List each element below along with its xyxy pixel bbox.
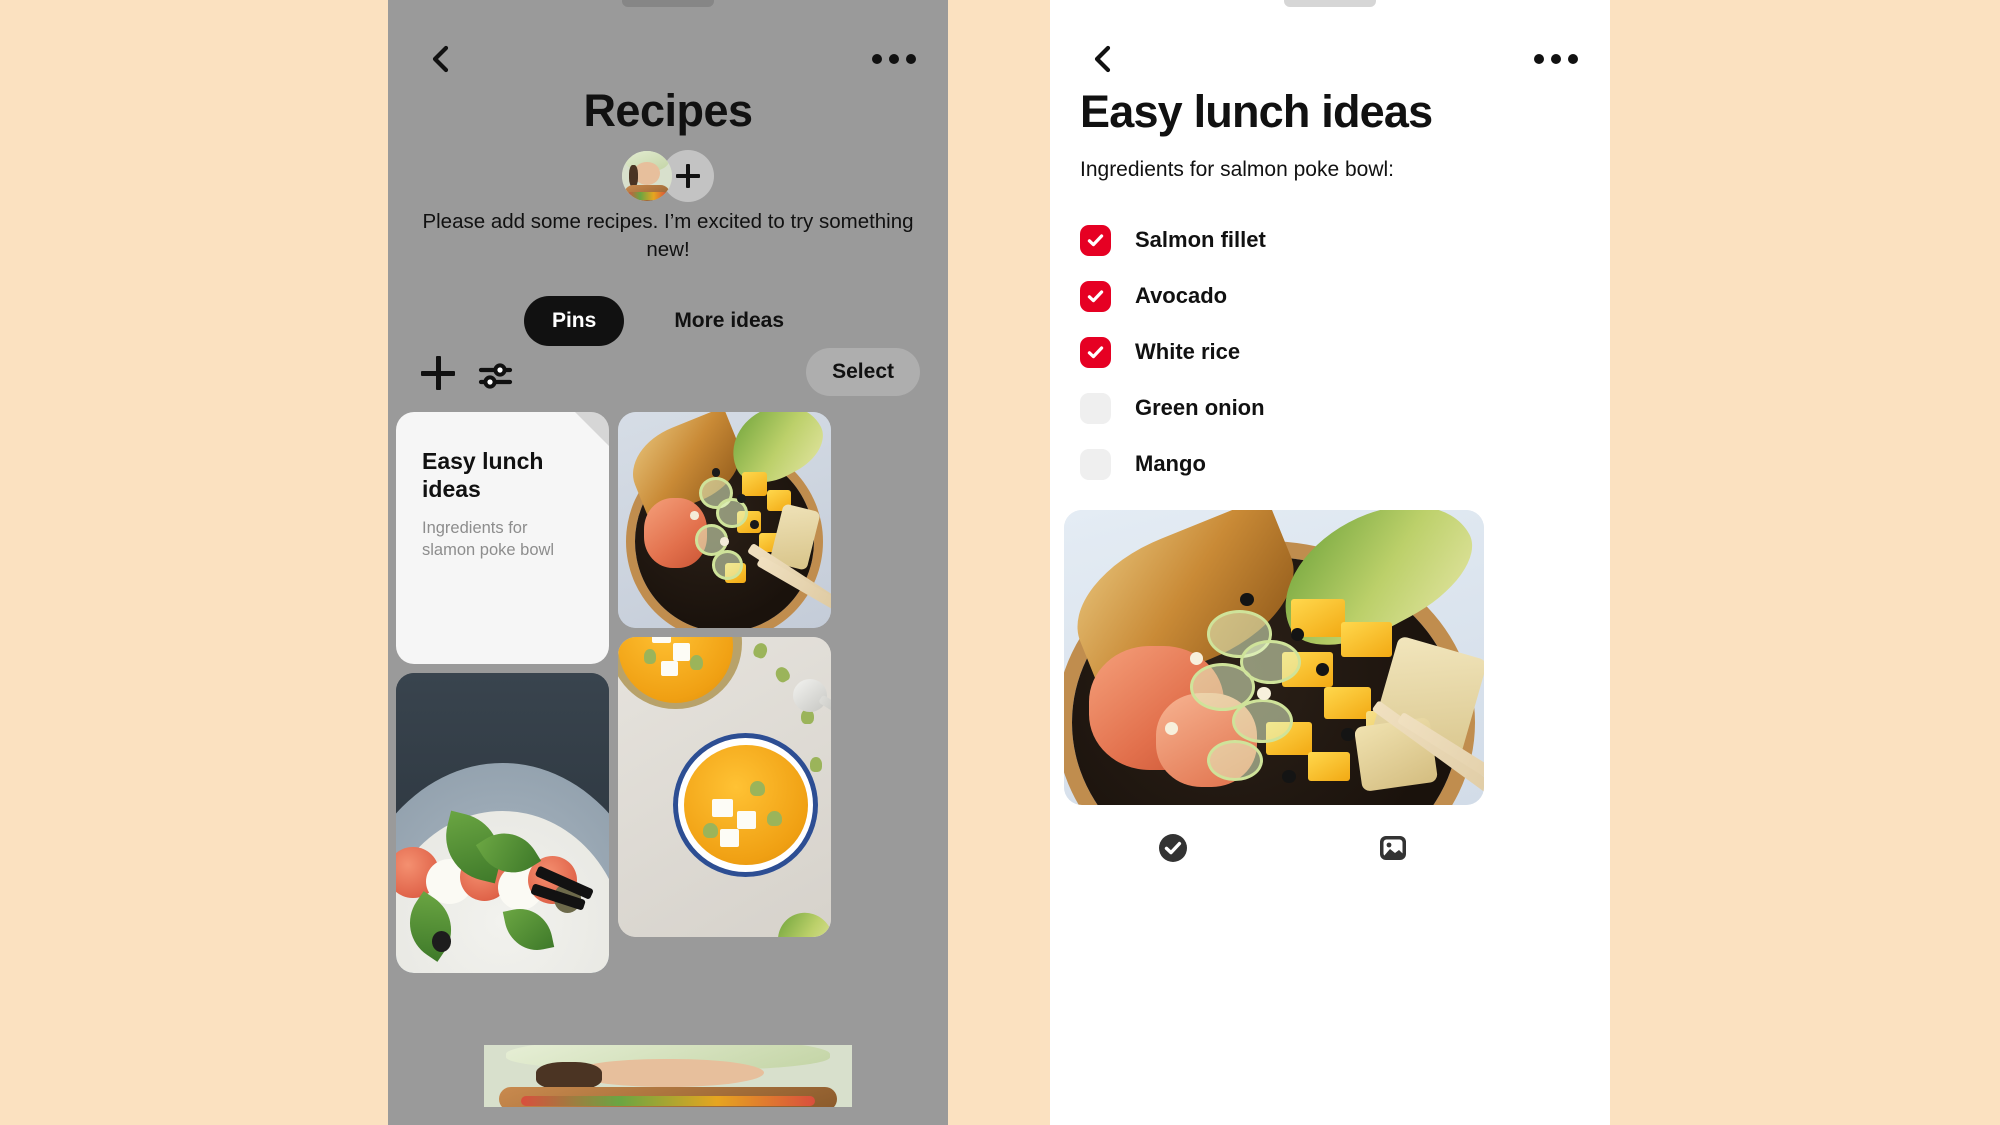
check-circle-icon <box>1159 834 1187 862</box>
avatar <box>484 1045 852 1107</box>
checkbox-unchecked[interactable] <box>1080 392 1111 424</box>
note-lead-text: Ingredients for salmon poke bowl: <box>1080 158 1395 181</box>
board-topbar <box>388 42 948 88</box>
plus-icon <box>676 164 700 188</box>
select-button[interactable]: Select <box>806 348 920 396</box>
checkbox-checked[interactable] <box>1080 280 1111 312</box>
collaborators-row <box>388 150 948 202</box>
checklist-item-label: Salmon fillet <box>1135 227 1266 252</box>
check-icon <box>1087 345 1104 358</box>
folded-corner <box>575 412 609 446</box>
checklist-tool-button[interactable] <box>1148 823 1198 873</box>
check-icon <box>1087 289 1104 302</box>
ellipsis-icon[interactable] <box>872 46 916 72</box>
pin-image-caprese-salad[interactable] <box>396 673 609 973</box>
page-title: Recipes <box>583 85 753 136</box>
drag-handle[interactable] <box>1284 0 1376 7</box>
checkbox-checked[interactable] <box>1080 224 1111 256</box>
checkbox-unchecked[interactable] <box>1080 448 1111 480</box>
avatar[interactable] <box>622 151 672 201</box>
add-pin-button[interactable] <box>418 356 458 396</box>
pin-image-pumpkin-soup[interactable] <box>618 637 831 937</box>
chevron-left-icon[interactable] <box>1086 42 1120 76</box>
drag-handle[interactable] <box>622 0 714 7</box>
sliders-icon <box>478 363 513 389</box>
board-note-text: Please add some recipes. I’m excited to … <box>422 210 914 261</box>
checklist-item-label: Green onion <box>1135 395 1265 420</box>
filter-button[interactable] <box>476 358 516 394</box>
checklist-item-mango[interactable]: Mango <box>1080 436 1580 492</box>
bottom-navigation-bar <box>484 1045 852 1107</box>
board-action-row: Select <box>388 348 948 404</box>
check-icon <box>1087 233 1104 246</box>
note-hero-image-salmon-poke-bowl[interactable] <box>1064 510 1484 805</box>
tab-more-ideas[interactable]: More ideas <box>646 296 812 346</box>
checklist-item-label: Avocado <box>1135 283 1228 308</box>
checklist-item-white-rice[interactable]: White rice <box>1080 324 1580 380</box>
checklist-item-green-onion[interactable]: Green onion <box>1080 380 1580 436</box>
phone-screen-board: Recipes Please add some recipes. I’m exc… <box>388 0 948 1125</box>
note-title: Easy lunch ideas <box>1080 86 1433 137</box>
board-tabs: Pins More ideas <box>388 296 948 346</box>
checklist-item-label: Mango <box>1135 451 1206 476</box>
ellipsis-icon[interactable] <box>1534 46 1578 72</box>
phone-screen-note-detail: Easy lunch ideas Ingredients for salmon … <box>1050 0 1610 1125</box>
ingredient-checklist: Salmon fillet Avocado White rice Green o… <box>1080 212 1580 492</box>
checkbox-checked[interactable] <box>1080 336 1111 368</box>
pin-grid: Easy lunch ideas Ingredients for slamon … <box>396 412 940 1125</box>
note-topbar <box>1050 42 1610 88</box>
note-pin-subtitle: Ingredients for slamon poke bowl <box>422 519 555 560</box>
pin-image-salmon-poke-bowl[interactable] <box>618 412 831 628</box>
checklist-item-salmon-fillet[interactable]: Salmon fillet <box>1080 212 1580 268</box>
checklist-item-avocado[interactable]: Avocado <box>1080 268 1580 324</box>
note-editor-toolbar <box>1064 818 1484 878</box>
note-pin-card[interactable]: Easy lunch ideas Ingredients for slamon … <box>396 412 609 664</box>
note-pin-title: Easy lunch ideas <box>422 448 544 502</box>
image-icon <box>1380 836 1406 860</box>
checklist-item-label: White rice <box>1135 339 1241 364</box>
nav-profile-button[interactable] <box>484 1045 852 1107</box>
chevron-left-icon[interactable] <box>424 42 458 76</box>
tab-pins[interactable]: Pins <box>523 296 625 346</box>
image-tool-button[interactable] <box>1368 823 1418 873</box>
